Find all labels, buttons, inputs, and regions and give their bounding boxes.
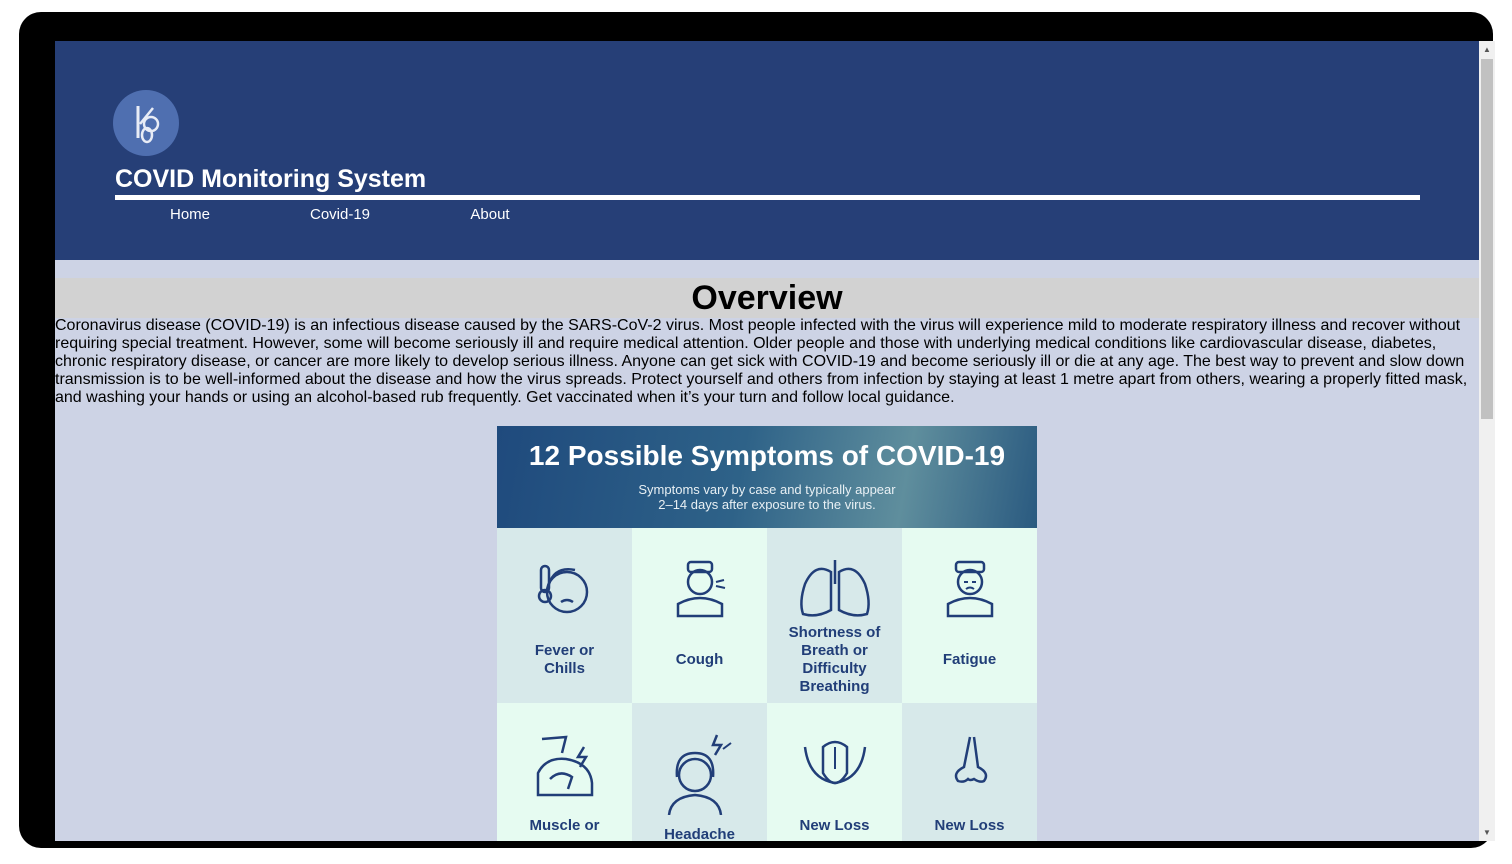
nav-home[interactable]: Home bbox=[115, 206, 265, 224]
symptom-cough: Cough bbox=[632, 528, 767, 703]
site-header: COVID Monitoring System Home Covid-19 Ab… bbox=[55, 41, 1479, 260]
symptom-label: Fatigue bbox=[942, 651, 997, 668]
overview-title: Overview bbox=[691, 279, 843, 317]
symptom-loss-of-taste: New Loss bbox=[767, 703, 902, 841]
infographic-subtitle: Symptoms vary by case and typically appe… bbox=[497, 482, 1037, 512]
vertical-scrollbar[interactable]: ▲ ▼ bbox=[1479, 41, 1495, 841]
symptom-loss-of-smell: New Loss bbox=[902, 703, 1037, 841]
symptom-label: Cough bbox=[675, 651, 724, 668]
nav-about[interactable]: About bbox=[415, 206, 565, 224]
lungs-icon bbox=[799, 560, 870, 617]
nav-covid-19[interactable]: Covid-19 bbox=[265, 206, 415, 224]
scrollbar-thumb[interactable] bbox=[1481, 59, 1493, 419]
site-title: COVID Monitoring System bbox=[115, 165, 427, 193]
symptom-headache: Headache bbox=[632, 703, 767, 841]
infographic-banner: 12 Possible Symptoms of COVID-19 Symptom… bbox=[497, 426, 1037, 528]
site-logo[interactable] bbox=[113, 90, 179, 156]
cough-icon bbox=[676, 560, 725, 618]
symptom-fever: Fever or Chills bbox=[497, 528, 632, 703]
scroll-down-arrow-icon[interactable]: ▼ bbox=[1479, 824, 1495, 841]
title-divider bbox=[115, 195, 1420, 200]
infographic-title: 12 Possible Symptoms of COVID-19 bbox=[528, 440, 1006, 471]
logo-icon bbox=[136, 106, 160, 144]
symptom-label: Muscle or bbox=[529, 817, 600, 834]
symptom-label: New Loss bbox=[799, 817, 870, 834]
symptom-label: Fever or Chills bbox=[534, 642, 595, 677]
tongue-icon bbox=[803, 740, 866, 785]
symptom-muscle-ache: Muscle or bbox=[497, 703, 632, 841]
overview-text: Coronavirus disease (COVID-19) is an inf… bbox=[55, 317, 1468, 406]
symptom-shortness-of-breath: Shortness of Breath or Difficulty Breath… bbox=[767, 528, 902, 703]
muscle-ache-icon bbox=[536, 735, 593, 797]
nose-icon bbox=[954, 736, 987, 783]
headache-icon bbox=[667, 734, 732, 815]
infographic-subtitle-line2: 2–14 days after exposure to the virus. bbox=[658, 497, 876, 512]
main-nav: Home Covid-19 About bbox=[115, 206, 715, 234]
symptom-label: Shortness of Breath or Difficulty Breath… bbox=[788, 624, 881, 695]
device-frame: COVID Monitoring System Home Covid-19 Ab… bbox=[19, 12, 1495, 848]
symptom-fatigue: Fatigue bbox=[902, 528, 1037, 703]
fever-icon bbox=[537, 564, 588, 614]
symptoms-infographic: 12 Possible Symptoms of COVID-19 Symptom… bbox=[497, 426, 1037, 841]
symptom-label: Headache bbox=[664, 826, 735, 841]
infographic-subtitle-line1: Symptoms vary by case and typically appe… bbox=[638, 482, 896, 497]
scroll-up-arrow-icon[interactable]: ▲ bbox=[1479, 41, 1495, 58]
fatigue-icon bbox=[946, 560, 993, 618]
browser-viewport: COVID Monitoring System Home Covid-19 Ab… bbox=[55, 41, 1495, 841]
symptom-label: New Loss bbox=[934, 817, 1005, 834]
